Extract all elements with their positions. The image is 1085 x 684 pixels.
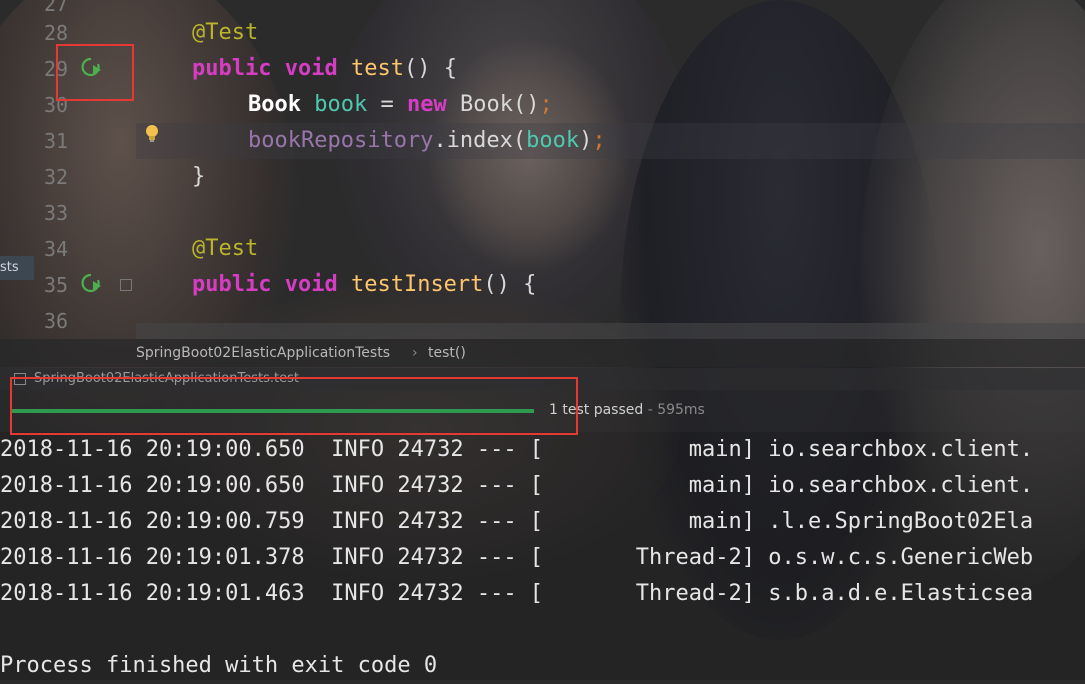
semicolon: ; bbox=[539, 92, 553, 117]
code-text: () { bbox=[483, 272, 537, 297]
log-line: 2018-11-16 20:19:00.650 INFO 24732 --- [… bbox=[0, 473, 1034, 498]
annotation: @Test bbox=[192, 236, 259, 261]
test-status: 1 test passed - 595ms bbox=[549, 402, 705, 418]
line-number: 29 bbox=[44, 57, 69, 81]
semicolon: ; bbox=[592, 128, 606, 153]
variable: book bbox=[526, 128, 580, 153]
code-text: .index( bbox=[433, 128, 527, 153]
keyword: new bbox=[406, 92, 447, 117]
line-number: 31 bbox=[44, 129, 69, 153]
test-status-text: 1 test passed bbox=[549, 402, 644, 418]
class-name: Book bbox=[248, 92, 301, 117]
side-tool-tab[interactable]: sts bbox=[0, 256, 34, 280]
run-test-icon[interactable] bbox=[80, 56, 102, 78]
breadcrumb-method[interactable]: test() bbox=[428, 339, 466, 367]
code-line: public void test() { bbox=[192, 51, 457, 87]
code-editor[interactable]: 27 28 29 30 31 32 33 34 35 36 sts @Test … bbox=[0, 0, 1085, 340]
log-line: Process finished with exit code 0 bbox=[0, 653, 438, 678]
code-text: } bbox=[192, 164, 206, 189]
code-text: () { bbox=[403, 56, 457, 81]
code-line: Book book = new Book(); bbox=[248, 87, 553, 123]
breadcrumb-class[interactable]: SpringBoot02ElasticApplicationTests bbox=[136, 339, 390, 367]
test-progress-row: 1 test passed - 595ms bbox=[0, 390, 1085, 432]
breadcrumb: SpringBoot02ElasticApplicationTests › te… bbox=[0, 339, 1085, 367]
line-number: 33 bbox=[44, 201, 69, 225]
field: bookRepository bbox=[248, 128, 434, 153]
lightbulb-icon[interactable] bbox=[144, 124, 160, 144]
line-number: 34 bbox=[44, 237, 69, 261]
annotation: @Test bbox=[192, 20, 259, 45]
method-name: testInsert bbox=[350, 272, 484, 297]
line-number: 35 bbox=[44, 273, 69, 297]
line-number: 28 bbox=[44, 21, 69, 45]
code-line: bookRepository.index(book); bbox=[248, 123, 606, 159]
test-duration: - 595ms bbox=[643, 402, 705, 418]
keyword: void bbox=[284, 272, 338, 297]
code-text: = bbox=[367, 92, 407, 117]
log-line: 2018-11-16 20:19:01.378 INFO 24732 --- [… bbox=[0, 545, 1034, 570]
run-panel-header: SpringBoot02ElasticApplicationTests.test bbox=[0, 368, 1085, 390]
fold-icon[interactable] bbox=[120, 279, 132, 291]
variable: book bbox=[314, 92, 368, 117]
run-config-icon bbox=[14, 373, 26, 385]
code-line: } bbox=[192, 159, 205, 195]
log-line: 2018-11-16 20:19:01.463 INFO 24732 --- [… bbox=[0, 581, 1034, 606]
log-line: 2018-11-16 20:19:00.759 INFO 24732 --- [… bbox=[0, 509, 1034, 534]
method-name: test bbox=[350, 56, 404, 81]
code-text: Book() bbox=[446, 92, 540, 117]
line-number: 32 bbox=[44, 165, 69, 189]
line-number: 36 bbox=[44, 309, 69, 333]
breadcrumb-separator: › bbox=[412, 345, 418, 361]
code-line: @Test bbox=[192, 15, 258, 51]
code-line: @Test bbox=[192, 231, 258, 267]
keyword: public bbox=[192, 272, 272, 297]
console-output[interactable]: 2018-11-16 20:19:00.650 INFO 24732 --- [… bbox=[0, 432, 1085, 680]
log-line: 2018-11-16 20:19:00.650 INFO 24732 --- [… bbox=[0, 437, 1034, 462]
code-text: ) bbox=[579, 128, 593, 153]
horizontal-scrollbar[interactable] bbox=[136, 323, 1085, 339]
code-line: public void testInsert() { bbox=[192, 267, 536, 303]
line-number: 30 bbox=[44, 93, 69, 117]
run-config-title[interactable]: SpringBoot02ElasticApplicationTests.test bbox=[34, 368, 299, 390]
keyword: void bbox=[284, 56, 338, 81]
test-progress-fill bbox=[12, 409, 534, 413]
run-test-icon[interactable] bbox=[80, 272, 102, 294]
test-progress-bar bbox=[12, 409, 534, 413]
keyword: public bbox=[192, 56, 272, 81]
